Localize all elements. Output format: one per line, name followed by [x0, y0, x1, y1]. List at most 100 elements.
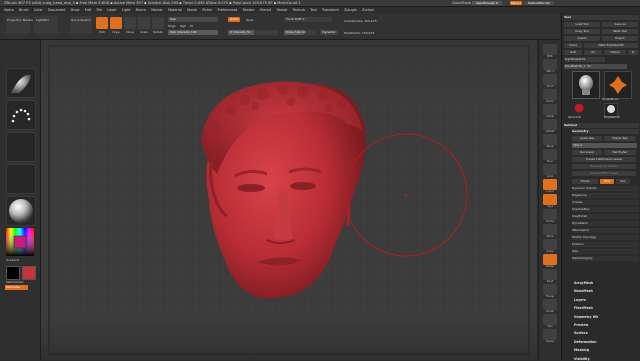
save-as-button[interactable]: Save As: [602, 22, 638, 27]
reconstruct-subdiv-button[interactable]: Reconstruct Subdiv: [572, 164, 636, 169]
draw-button[interactable]: Draw: [110, 17, 122, 34]
subpalette-surface[interactable]: Surface: [574, 331, 588, 335]
shelf-move-button[interactable]: Move: [543, 224, 557, 238]
subsection-edgeloop[interactable]: EdgeLoop: [572, 193, 639, 198]
freeze-subdivision-button[interactable]: Freeze SubDivision Levels: [572, 157, 636, 162]
lower-res-button[interactable]: Lower Res: [572, 136, 602, 141]
tool-thumb-sphere[interactable]: [574, 103, 584, 113]
material-thumbnail[interactable]: [6, 196, 36, 226]
zadd-toggle[interactable]: Zadd: [228, 17, 240, 22]
del-lower-button[interactable]: Del Lower: [572, 150, 602, 155]
subpalette-geometry-hd[interactable]: Geometry HD: [574, 315, 598, 319]
scale-button[interactable]: Scale: [138, 17, 150, 34]
alpha-thumbnail[interactable]: [6, 132, 36, 162]
shelf-gxyz-button[interactable]: Gxyz: [543, 194, 557, 208]
shelf-spix-3-button[interactable]: SPix 3: [543, 59, 557, 73]
texture-thumbnail[interactable]: [6, 164, 36, 194]
subpalette-preview[interactable]: Preview: [574, 323, 588, 327]
goz-button[interactable]: GoZ: [564, 50, 582, 55]
brush-thumbnail[interactable]: [6, 68, 36, 98]
smt-toggle[interactable]: Smt: [600, 179, 614, 184]
del-higher-button[interactable]: Del Higher: [604, 150, 636, 155]
lightbox-tools-button[interactable]: Lightbox▸Tools: [564, 57, 605, 62]
shelf-bpr-button[interactable]: BPR: [543, 44, 557, 58]
divide-button[interactable]: Divide: [572, 179, 598, 184]
import-button[interactable]: Import: [564, 36, 600, 41]
copy-tool-button[interactable]: Copy Tool: [564, 29, 600, 34]
visible-button[interactable]: Visible: [604, 50, 626, 55]
geometry-section[interactable]: Geometry: [572, 129, 639, 134]
subpalette-deformation[interactable]: Deformation: [574, 340, 597, 344]
canvas-viewport[interactable]: [41, 40, 537, 360]
m-toggle[interactable]: M: [190, 24, 193, 28]
shelf-solo-button[interactable]: Solo: [543, 314, 557, 328]
rgb-intensity-value[interactable]: Rgb Intensity 100: [168, 30, 218, 35]
shelf-scale-button[interactable]: Scale: [543, 239, 557, 253]
shelf-actual-button[interactable]: Actual: [543, 104, 557, 118]
subsection-zremesher[interactable]: ZRemesher: [572, 228, 639, 233]
shelf-transp-button[interactable]: Transp: [543, 284, 557, 298]
subpalette-masking[interactable]: Masking: [574, 348, 589, 352]
tool-palette-header[interactable]: Tool: [564, 15, 639, 20]
shelf-xpose-button[interactable]: Xpose: [543, 329, 557, 343]
switch-color-button[interactable]: SwitchColor: [6, 280, 24, 284]
sdiv-slider[interactable]: SDiv 2: [572, 143, 637, 148]
quick-sketch-button[interactable]: Quick Sketch: [70, 16, 92, 34]
shelf-scroll-button[interactable]: Scroll: [543, 74, 557, 88]
shelf-persp-button[interactable]: Persp: [543, 134, 557, 148]
subsection-shadowbox[interactable]: ShadowBox: [572, 207, 639, 212]
subsection-position[interactable]: Position: [572, 242, 639, 247]
tool-thumb-simplebrush[interactable]: [604, 71, 632, 99]
rgb-intensity-slider[interactable]: Rgb: [168, 17, 218, 22]
draw-size-slider[interactable]: Draw Size 64: [284, 30, 316, 35]
color-picker[interactable]: [6, 228, 34, 256]
focal-shift-slider[interactable]: Focal Shift 0: [284, 17, 332, 22]
subsection-dynamesh[interactable]: DynaMesh: [572, 221, 639, 226]
shelf-ghost-button[interactable]: Ghost: [543, 299, 557, 313]
alternate-button[interactable]: Alternate: [5, 285, 28, 290]
menus-toggle[interactable]: Menus: [510, 1, 522, 5]
stroke-thumbnail[interactable]: [6, 100, 36, 130]
lightbox-button[interactable]: LightBox: [34, 16, 58, 34]
subpalette-layers[interactable]: Layers: [574, 298, 586, 302]
clone-button[interactable]: Clone: [564, 43, 582, 48]
shelf-zoom-button[interactable]: Zoom: [543, 89, 557, 103]
subtool-section[interactable]: Subtool: [564, 123, 639, 128]
default-zscript-button[interactable]: DefaultZScript: [524, 1, 554, 5]
make-polymesh-button[interactable]: Make PolyMesh3D: [584, 43, 638, 48]
shelf-polyf-button[interactable]: PolyF: [543, 269, 557, 283]
move-button[interactable]: Move: [124, 17, 136, 34]
see-through-slider[interactable]: See-through 0: [472, 1, 502, 5]
tool-thumb-polymesh-2[interactable]: [604, 103, 618, 117]
shelf-floor-button[interactable]: Floor: [543, 149, 557, 163]
shelf-rotate-button[interactable]: Rotate: [543, 254, 557, 268]
edit-button[interactable]: Edit: [96, 17, 108, 34]
current-tool-slider[interactable]: PolyMesh3D_1. 30: [564, 64, 627, 69]
subsection-crease[interactable]: Crease: [572, 200, 639, 205]
gradient-label[interactable]: Gradient: [6, 258, 19, 262]
goz-all-button[interactable]: All: [584, 50, 602, 55]
shelf-l-sym-button[interactable]: L.Sym: [543, 179, 557, 193]
secondary-color-swatch[interactable]: [22, 266, 36, 280]
suv-toggle[interactable]: Suv: [616, 179, 630, 184]
zsub-toggle[interactable]: Zsub: [246, 18, 253, 22]
subsection-meshintegrity[interactable]: MeshIntegrity: [572, 256, 639, 261]
projection-master-button[interactable]: Projection Master: [6, 16, 33, 34]
convert-bpr-button[interactable]: Convert BPR To Geo: [572, 171, 636, 176]
shelf-aahalf-button[interactable]: AAHalf: [543, 119, 557, 133]
subpalette-fibermesh[interactable]: FiberMesh: [574, 306, 593, 310]
higher-res-button[interactable]: Higher Res: [604, 136, 636, 141]
z-intensity-slider[interactable]: Z Intensity 51: [228, 30, 278, 35]
subpalette-nanomesh[interactable]: NanoMesh: [574, 289, 593, 293]
export-button[interactable]: Export: [602, 36, 638, 41]
quicksave-button[interactable]: QuickSave: [452, 0, 471, 6]
dynamic-toggle[interactable]: Dynamic: [320, 30, 338, 35]
rgb-toggle[interactable]: Rgb: [180, 24, 186, 28]
subsection-modify-topology[interactable]: Modify Topology: [572, 235, 639, 240]
subpalette-arraymesh[interactable]: ArrayMesh: [574, 281, 593, 285]
mrgb-toggle[interactable]: Mrgb: [168, 24, 176, 28]
main-color-swatch[interactable]: [6, 266, 20, 280]
subsection-size[interactable]: Size: [572, 249, 639, 254]
tool-thumb-polymesh[interactable]: [572, 71, 600, 99]
subsection-dynamic-subdiv[interactable]: Dynamic Subdiv: [572, 186, 639, 191]
